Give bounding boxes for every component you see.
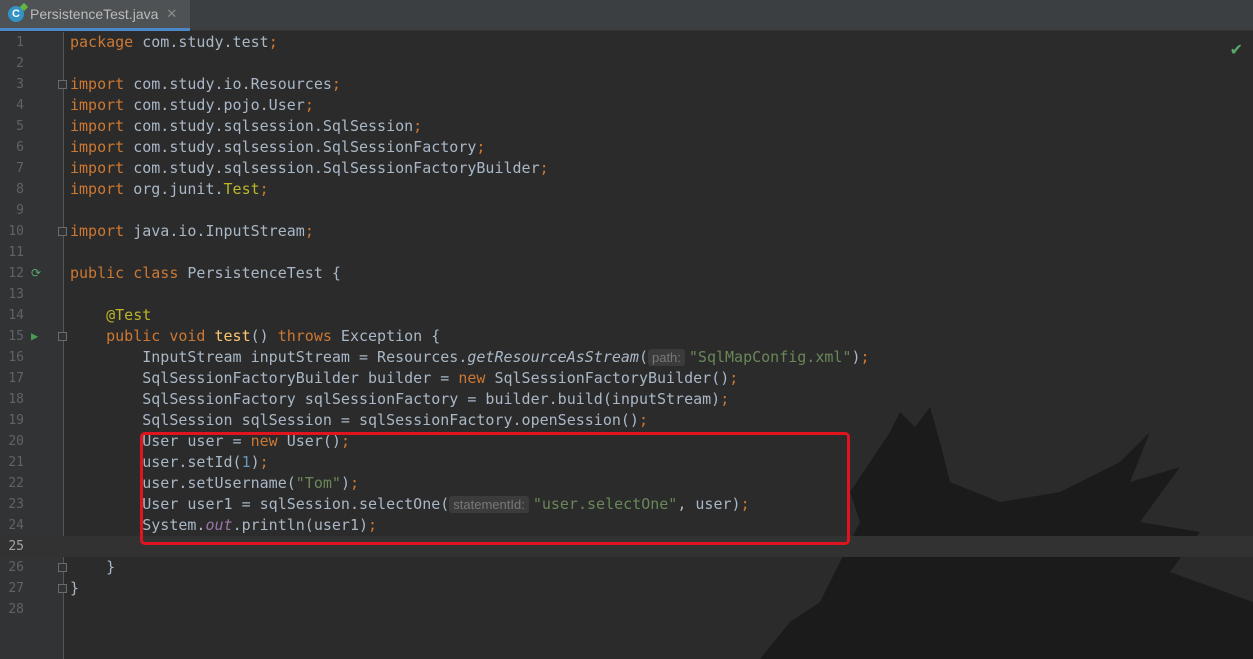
code-line: 8 import org.junit.Test; bbox=[16, 180, 269, 198]
fold-toggle-icon[interactable] bbox=[58, 332, 67, 341]
code-line: 12 ⟳ public class PersistenceTest { bbox=[8, 264, 341, 282]
run-tests-icon[interactable]: ⟳ bbox=[31, 266, 45, 280]
tab-title: PersistenceTest.java bbox=[30, 6, 159, 22]
code-line: 13 bbox=[8, 287, 24, 302]
run-icon[interactable]: ▶ bbox=[31, 329, 45, 343]
code-line: 11 bbox=[8, 245, 24, 260]
annotation-highlight-box bbox=[140, 432, 850, 545]
fold-toggle-icon[interactable] bbox=[58, 563, 67, 572]
code-line: 16 InputStream inputStream = Resources.g… bbox=[8, 348, 870, 366]
code-line: 14 @Test bbox=[8, 306, 152, 324]
fold-toggle-icon[interactable] bbox=[58, 227, 67, 236]
code-line: 26 } bbox=[8, 558, 116, 576]
code-line: 2 bbox=[16, 56, 24, 71]
fold-toggle-icon[interactable] bbox=[58, 584, 67, 593]
code-line: 9 bbox=[16, 203, 24, 218]
fold-toggle-icon[interactable] bbox=[58, 80, 67, 89]
close-icon[interactable]: ✕ bbox=[166, 6, 177, 22]
code-line: 3 import com.study.io.Resources; bbox=[16, 75, 341, 93]
code-line: 17 SqlSessionFactoryBuilder builder = ne… bbox=[8, 369, 739, 387]
code-line: 15 ▶ public void test() throws Exception… bbox=[8, 327, 441, 345]
java-class-icon: C bbox=[8, 6, 24, 22]
code-line: 10 import java.io.InputStream; bbox=[8, 222, 314, 240]
tab-persistence-test[interactable]: C PersistenceTest.java ✕ bbox=[0, 0, 190, 31]
code-line: 28 bbox=[8, 602, 24, 617]
code-line: 6 import com.study.sqlsession.SqlSession… bbox=[16, 138, 486, 156]
code-line: 1 package com.study.test; bbox=[16, 33, 278, 51]
editor-tab-bar: C PersistenceTest.java ✕ bbox=[0, 0, 1253, 31]
code-line: 18 SqlSessionFactory sqlSessionFactory =… bbox=[8, 390, 730, 408]
code-line: 19 SqlSession sqlSession = sqlSessionFac… bbox=[8, 411, 648, 429]
code-editor[interactable]: 1 package com.study.test; 2 3 import com… bbox=[0, 32, 1253, 659]
code-line: 5 import com.study.sqlsession.SqlSession… bbox=[16, 117, 423, 135]
code-line: 7 import com.study.sqlsession.SqlSession… bbox=[16, 159, 549, 177]
code-line: 4 import com.study.pojo.User; bbox=[16, 96, 314, 114]
code-line: 27 } bbox=[8, 579, 80, 597]
check-icon: ✔ bbox=[1229, 40, 1243, 59]
parameter-hint: path: bbox=[647, 349, 685, 366]
